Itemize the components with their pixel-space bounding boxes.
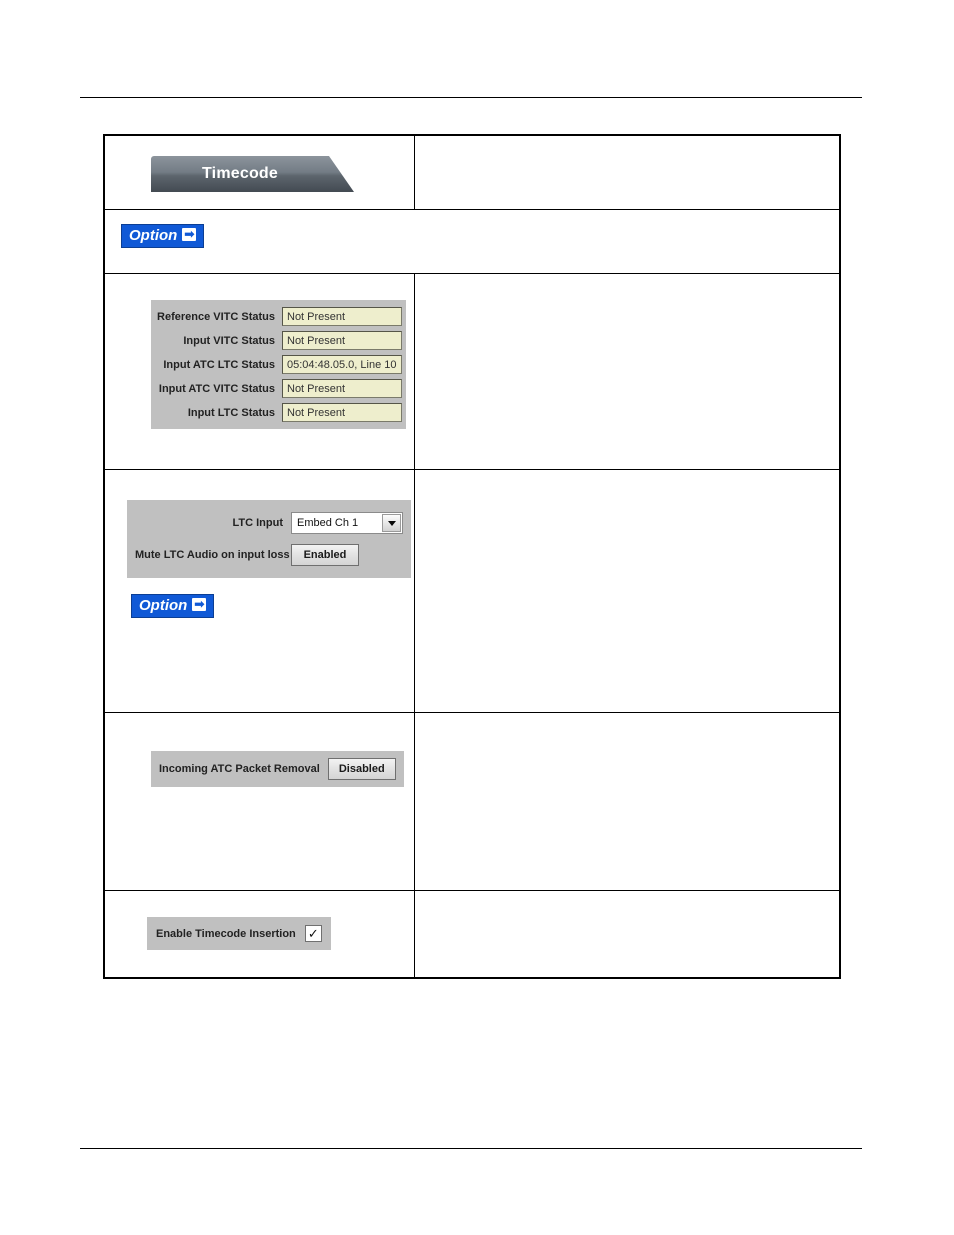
arrow-right-icon: ➡ xyxy=(192,597,207,611)
cell-status-description xyxy=(415,274,839,469)
field-value: 05:04:48.05.0, Line 10 xyxy=(282,355,402,374)
cell-ltc-description xyxy=(415,470,839,712)
cell-insertion-description xyxy=(415,891,839,977)
option-badge: Option ➡ xyxy=(131,594,215,618)
option-badge-label: Option xyxy=(139,597,188,614)
ltc-panel: LTC Input Embed Ch 1 Mute LTC Audio on i… xyxy=(127,500,411,578)
option-badge-label: Option xyxy=(129,227,178,244)
atc-removal-panel: Incoming ATC Packet Removal Disabled xyxy=(151,751,404,787)
status-panel: Reference VITC Status Not Present Input … xyxy=(151,300,406,429)
table-row-atc-removal: Incoming ATC Packet Removal Disabled xyxy=(105,713,839,891)
field-value: Not Present xyxy=(282,331,402,350)
ltc-input-control: LTC Input Embed Ch 1 xyxy=(135,510,403,536)
cell-ltc-panel: LTC Input Embed Ch 1 Mute LTC Audio on i… xyxy=(105,470,415,712)
cell-atc-panel: Incoming ATC Packet Removal Disabled xyxy=(105,713,415,890)
atc-removal-label: Incoming ATC Packet Removal xyxy=(159,763,320,775)
table-row-option: Option ➡ xyxy=(105,210,839,274)
timecode-insertion-panel: Enable Timecode Insertion ✓ xyxy=(147,917,331,950)
header-rule xyxy=(80,97,862,98)
cell-timecode-tab-description xyxy=(415,136,839,209)
cell-status-panel: Reference VITC Status Not Present Input … xyxy=(105,274,415,469)
table-row-status: Reference VITC Status Not Present Input … xyxy=(105,274,839,470)
field-label: Reference VITC Status xyxy=(157,310,275,323)
field-label: Input ATC VITC Status xyxy=(158,382,275,395)
option-badge: Option ➡ xyxy=(121,224,205,248)
field-input-vitc-status: Input VITC Status Not Present xyxy=(157,330,402,351)
ltc-input-select[interactable]: Embed Ch 1 xyxy=(291,512,403,534)
field-value: Not Present xyxy=(282,403,402,422)
timecode-settings-table: Timecode Option ➡ Reference VITC Status N… xyxy=(103,134,841,979)
table-row-timecode-insertion: Enable Timecode Insertion ✓ xyxy=(105,891,839,977)
timecode-tab-label: Timecode xyxy=(202,165,278,182)
timecode-tab[interactable]: Timecode xyxy=(151,156,354,192)
table-row-timecode-tab: Timecode xyxy=(105,136,839,210)
cell-insertion-panel: Enable Timecode Insertion ✓ xyxy=(105,891,415,977)
field-input-atc-ltc-status: Input ATC LTC Status 05:04:48.05.0, Line… xyxy=(157,354,402,375)
field-input-atc-vitc-status: Input ATC VITC Status Not Present xyxy=(157,378,402,399)
timecode-insertion-checkbox[interactable]: ✓ xyxy=(304,925,322,942)
ltc-input-label: LTC Input xyxy=(232,517,284,529)
field-value: Not Present xyxy=(282,307,402,326)
cell-timecode-tab-graphic: Timecode xyxy=(105,136,415,209)
field-reference-vitc-status: Reference VITC Status Not Present xyxy=(157,306,402,327)
cell-option-badge: Option ➡ xyxy=(105,210,839,273)
field-input-ltc-status: Input LTC Status Not Present xyxy=(157,402,402,423)
mute-ltc-control: Mute LTC Audio on input loss Enabled xyxy=(135,542,403,568)
chevron-down-icon[interactable] xyxy=(382,514,401,532)
field-label: Input LTC Status xyxy=(187,406,275,419)
atc-removal-button[interactable]: Disabled xyxy=(327,758,396,780)
cell-atc-description xyxy=(415,713,839,890)
table-row-ltc-input: LTC Input Embed Ch 1 Mute LTC Audio on i… xyxy=(105,470,839,713)
timecode-insertion-label: Enable Timecode Insertion xyxy=(156,927,296,940)
field-value: Not Present xyxy=(282,379,402,398)
ltc-input-selected-value: Embed Ch 1 xyxy=(297,517,359,529)
field-label: Input VITC Status xyxy=(183,334,275,347)
field-label: Input ATC LTC Status xyxy=(163,358,275,371)
atc-removal-control: Incoming ATC Packet Removal Disabled xyxy=(159,758,396,780)
mute-ltc-label: Mute LTC Audio on input loss xyxy=(135,549,290,561)
footer-rule xyxy=(80,1148,862,1149)
mute-ltc-button[interactable]: Enabled xyxy=(291,544,359,566)
arrow-right-icon: ➡ xyxy=(182,227,197,241)
timecode-insertion-control: Enable Timecode Insertion ✓ xyxy=(156,924,322,943)
